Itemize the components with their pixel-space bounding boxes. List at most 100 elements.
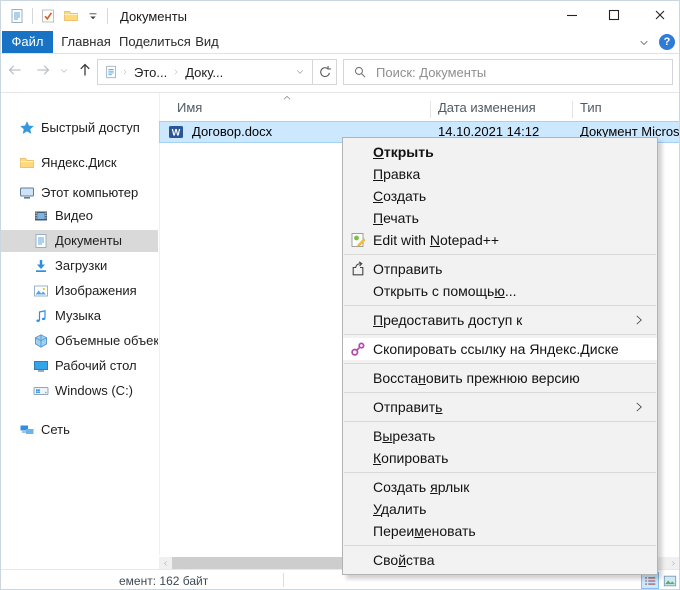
menu-item-give-access-to[interactable]: Предоставить доступ к [343, 309, 657, 331]
scroll-right-arrow[interactable] [667, 557, 679, 569]
back-button[interactable] [7, 62, 23, 78]
menu-item-copy-yandex-disk-link[interactable]: Скопировать ссылку на Яндекс.Диске [343, 338, 657, 360]
share-icon [343, 261, 373, 277]
location-document-icon [104, 65, 118, 79]
search-box[interactable] [343, 59, 673, 85]
close-button[interactable] [643, 1, 677, 29]
computer-icon [19, 185, 35, 201]
forward-button[interactable] [35, 62, 51, 78]
music-note-icon [33, 308, 49, 324]
menu-item-send-to[interactable]: Отправить [343, 396, 657, 418]
breadcrumb-chevron-icon [169, 68, 183, 76]
column-divider[interactable] [430, 101, 431, 118]
qat-customize-dropdown[interactable] [86, 9, 100, 23]
sidebar-item-windows-c[interactable]: Windows (C:) [1, 380, 158, 402]
sort-ascending-icon [282, 93, 292, 103]
navigation-pane: Быстрый доступ Яндекс.Диск Этот компьюте… [1, 93, 158, 555]
submenu-chevron-icon [633, 401, 645, 413]
sidebar-item-network[interactable]: Сеть [1, 419, 158, 441]
menu-item-properties[interactable]: Свойства [343, 549, 657, 571]
menu-item-cut[interactable]: Вырезать [343, 425, 657, 447]
column-header-type[interactable]: Тип [580, 100, 602, 115]
sidebar-item-downloads[interactable]: Загрузки [1, 255, 158, 277]
ribbon-tab-row: Файл Главная Поделиться Вид ? [1, 31, 679, 54]
sidebar-item-pictures[interactable]: Изображения [1, 280, 158, 302]
expand-ribbon-chevron-icon[interactable] [638, 37, 650, 49]
menu-item-restore-previous-version[interactable]: Восстановить прежнюю версию [343, 367, 657, 389]
menu-item-edit[interactable]: Правка [343, 163, 657, 185]
up-button[interactable] [77, 62, 93, 78]
down-arrow-icon [33, 258, 49, 274]
menu-item-new[interactable]: Создать [343, 185, 657, 207]
menu-item-delete[interactable]: Удалить [343, 498, 657, 520]
explorer-window-icon [9, 8, 25, 24]
sidebar-item-yandex-disk[interactable]: Яндекс.Диск [1, 152, 158, 174]
monitor-icon [33, 358, 49, 374]
tab-share[interactable]: Поделиться [119, 31, 185, 53]
titlebar-separator [107, 8, 108, 24]
sidebar-item-3d-objects[interactable]: Объемные объекты [1, 330, 158, 352]
menu-item-print[interactable]: Печать [343, 207, 657, 229]
submenu-chevron-icon [633, 314, 645, 326]
menu-item-create-shortcut[interactable]: Создать ярлык [343, 476, 657, 498]
menu-item-open-with[interactable]: Открыть с помощью... [343, 280, 657, 302]
selection-info: емент: 162 байт [119, 574, 208, 588]
search-input[interactable] [374, 64, 672, 81]
sidebar-item-videos[interactable]: Видео [1, 205, 158, 227]
address-bar[interactable]: Это... Доку... [97, 59, 337, 85]
menu-separator [344, 545, 656, 546]
address-dropdown-chevron[interactable] [295, 67, 305, 77]
menu-item-rename[interactable]: Переименовать [343, 520, 657, 542]
breadcrumb-chevron-icon [118, 68, 132, 76]
menu-separator [344, 392, 656, 393]
search-icon [353, 65, 367, 79]
menu-separator [344, 305, 656, 306]
minimize-button[interactable] [555, 1, 589, 29]
sidebar-item-documents[interactable]: Документы [1, 230, 158, 252]
sidebar-item-quick-access[interactable]: Быстрый доступ [1, 117, 158, 139]
menu-item-open[interactable]: Открыть [343, 141, 657, 163]
menu-separator [344, 334, 656, 335]
film-icon [33, 208, 49, 224]
cube-icon [33, 333, 49, 349]
column-header-name[interactable]: Имя [177, 100, 202, 115]
menu-separator [344, 421, 656, 422]
breadcrumb-documents[interactable]: Доку... [183, 65, 225, 80]
sidebar-item-this-pc[interactable]: Этот компьютер [1, 182, 158, 204]
word-document-icon [168, 124, 188, 144]
menu-separator [344, 472, 656, 473]
tab-file[interactable]: Файл [2, 31, 53, 53]
document-icon [33, 233, 49, 249]
drive-icon [33, 383, 49, 399]
sidebar-item-desktop[interactable]: Рабочий стол [1, 355, 158, 377]
window-title: Документы [120, 9, 187, 24]
chain-link-icon [343, 341, 373, 357]
qat-properties-button[interactable] [40, 8, 56, 24]
navigation-bar: Это... Доку... [1, 54, 679, 93]
titlebar-separator [32, 8, 33, 24]
menu-item-share[interactable]: Отправить [343, 258, 657, 280]
maximize-button[interactable] [597, 1, 631, 29]
thumbnails-view-button[interactable] [661, 572, 679, 589]
column-header-date[interactable]: Дата изменения [438, 100, 536, 115]
sidebar-item-music[interactable]: Музыка [1, 305, 158, 327]
star-icon [19, 120, 35, 136]
notepad-plus-plus-icon [343, 232, 373, 248]
tab-view[interactable]: Вид [189, 31, 225, 53]
column-divider[interactable] [572, 101, 573, 118]
folder-icon [19, 155, 35, 171]
context-menu: Открыть Правка Создать Печать Edit with … [342, 137, 658, 575]
tab-home[interactable]: Главная [57, 31, 115, 53]
recent-locations-chevron[interactable] [59, 66, 69, 76]
scroll-left-arrow[interactable] [159, 557, 171, 569]
menu-item-copy[interactable]: Копировать [343, 447, 657, 469]
qat-new-folder-button[interactable] [63, 8, 79, 24]
menu-item-edit-with-notepadpp[interactable]: Edit with Notepad++ [343, 229, 657, 251]
breadcrumb-this-pc[interactable]: Это... [132, 65, 169, 80]
menu-separator [344, 254, 656, 255]
refresh-button[interactable] [313, 60, 336, 84]
help-button[interactable]: ? [659, 34, 675, 50]
picture-icon [33, 283, 49, 299]
network-icon [19, 422, 35, 438]
menu-separator [344, 363, 656, 364]
